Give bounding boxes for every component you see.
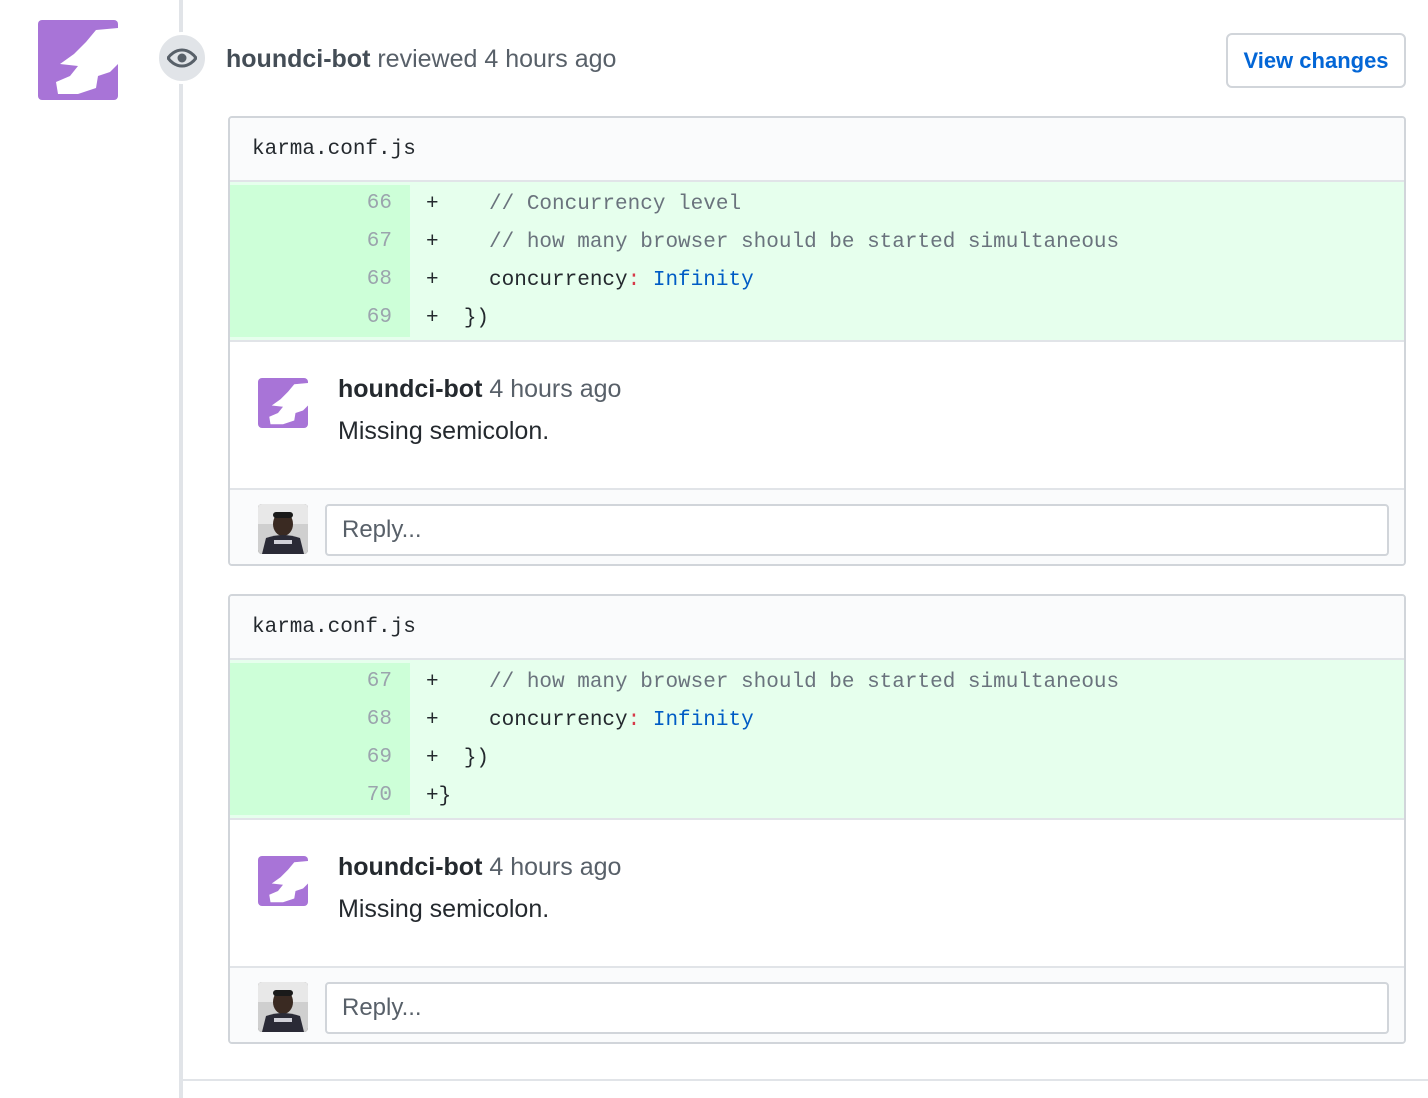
review-comment: houndci-bot 4 hours ago Missing semicolo…: [230, 342, 1404, 490]
diff-sign: +: [426, 306, 439, 330]
comment-author-avatar[interactable]: [258, 378, 308, 428]
code-text: }: [438, 784, 452, 808]
diff-sign: +: [426, 268, 439, 292]
comment-time[interactable]: 4 hours ago: [489, 375, 621, 403]
file-header: karma.conf.js: [230, 596, 1404, 660]
code-line: + concurrency: Infinity: [410, 269, 754, 292]
reply-row: [230, 490, 1404, 564]
line-number[interactable]: 67: [230, 223, 410, 261]
diff-line: 70 +}: [230, 777, 1404, 815]
code-text: concurrency: Infinity: [438, 268, 754, 292]
diff-hunk: 66 + // Concurrency level 67 + // how ma…: [230, 182, 1404, 342]
file-header: karma.conf.js: [230, 118, 1404, 182]
diff-sign: +: [426, 670, 439, 694]
diff-hunk: 67 + // how many browser should be start…: [230, 660, 1404, 820]
current-user-avatar: [258, 982, 308, 1032]
diff-sign: +: [426, 746, 439, 770]
code-line: +}: [410, 785, 451, 808]
diff-line: 68 + concurrency: Infinity: [230, 261, 1404, 299]
diff-line: 69 + }): [230, 739, 1404, 777]
hound-logo-icon: [269, 383, 308, 425]
file-name-link[interactable]: karma.conf.js: [252, 616, 416, 639]
comment-author-avatar[interactable]: [258, 856, 308, 906]
review-event-badge: [156, 32, 208, 84]
file-name-link[interactable]: karma.conf.js: [252, 138, 416, 161]
reply-input[interactable]: [325, 504, 1389, 556]
diff-sign: +: [426, 708, 439, 732]
code-line: + concurrency: Infinity: [410, 709, 754, 732]
reply-input[interactable]: [325, 982, 1389, 1034]
code-line: + }): [410, 747, 489, 770]
comment-body: Missing semicolon.: [338, 895, 550, 923]
comment-body: Missing semicolon.: [338, 417, 550, 445]
line-number[interactable]: 66: [230, 185, 410, 223]
code-line: + // how many browser should be started …: [410, 231, 1119, 254]
code-text: // how many browser should be started si…: [438, 670, 1120, 694]
diff-line: 67 + // how many browser should be start…: [230, 663, 1404, 701]
line-number[interactable]: 68: [230, 261, 410, 299]
review-comment: houndci-bot 4 hours ago Missing semicolo…: [230, 820, 1404, 968]
code-line: + }): [410, 307, 489, 330]
comment-header: houndci-bot 4 hours ago: [338, 852, 621, 882]
diff-line: 66 + // Concurrency level: [230, 185, 1404, 223]
eye-icon: [167, 48, 197, 68]
line-number[interactable]: 69: [230, 739, 410, 777]
timeline-divider: [183, 1079, 1428, 1081]
user-photo-icon: [258, 504, 308, 554]
review-header: houndci-bot reviewed 4 hours ago: [226, 44, 616, 74]
diff-line: 67 + // how many browser should be start…: [230, 223, 1404, 261]
code-line: + // how many browser should be started …: [410, 671, 1119, 694]
hound-logo-icon: [269, 861, 308, 903]
review-thread: karma.conf.js 67 + // how many browser s…: [228, 594, 1406, 1044]
reply-row: [230, 968, 1404, 1042]
comment-header: houndci-bot 4 hours ago: [338, 374, 621, 404]
diff-line: 68 + concurrency: Infinity: [230, 701, 1404, 739]
code-text: }): [438, 306, 490, 330]
review-author-link[interactable]: houndci-bot: [226, 45, 370, 73]
code-text: // how many browser should be started si…: [438, 230, 1120, 254]
view-changes-button[interactable]: View changes: [1226, 33, 1406, 88]
current-user-avatar: [258, 504, 308, 554]
timeline-line: [179, 0, 183, 1098]
code-line: + // Concurrency level: [410, 193, 741, 216]
hound-logo-icon: [56, 28, 118, 94]
review-time[interactable]: 4 hours ago: [484, 45, 616, 73]
code-text: // Concurrency level: [438, 192, 742, 216]
line-number[interactable]: 68: [230, 701, 410, 739]
code-text: concurrency: Infinity: [438, 708, 754, 732]
user-photo-icon: [258, 982, 308, 1032]
houndci-bot-avatar[interactable]: [38, 20, 118, 100]
diff-sign: +: [426, 192, 439, 216]
comment-time[interactable]: 4 hours ago: [489, 853, 621, 881]
review-thread: karma.conf.js 66 + // Concurrency level …: [228, 116, 1406, 566]
review-action: reviewed: [377, 45, 478, 73]
diff-sign: +: [426, 230, 439, 254]
diff-sign: +: [426, 784, 439, 808]
line-number[interactable]: 69: [230, 299, 410, 337]
line-number[interactable]: 70: [230, 777, 410, 815]
line-number[interactable]: 67: [230, 663, 410, 701]
comment-author-link[interactable]: houndci-bot: [338, 375, 482, 403]
comment-author-link[interactable]: houndci-bot: [338, 853, 482, 881]
diff-line: 69 + }): [230, 299, 1404, 337]
code-text: }): [438, 746, 490, 770]
